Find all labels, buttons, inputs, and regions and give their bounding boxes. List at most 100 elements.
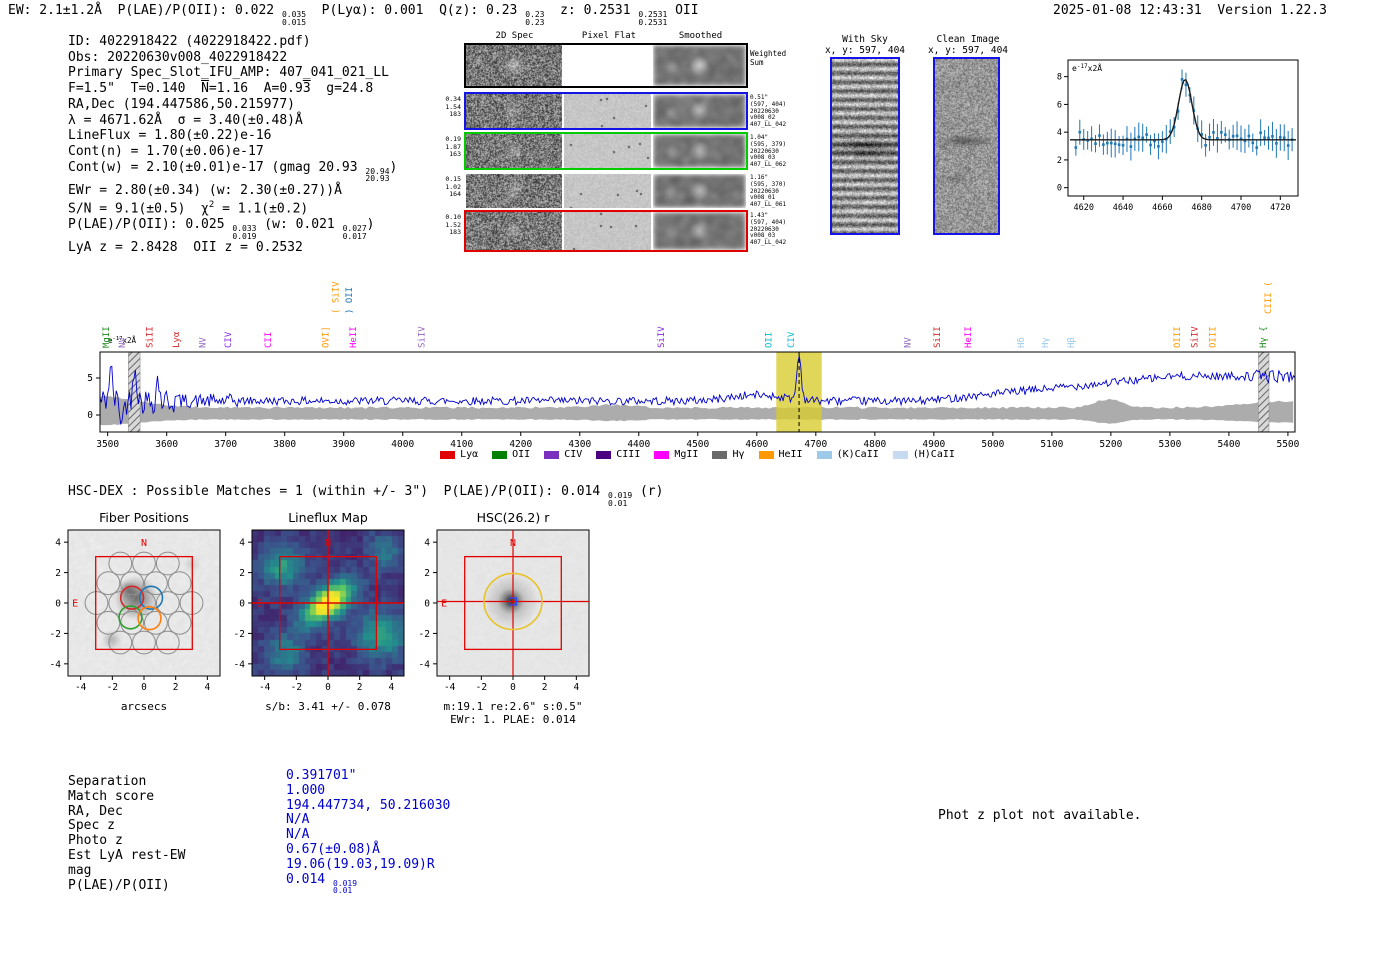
y-tick-label: 2	[1057, 156, 1062, 166]
y-tick-label: 4	[424, 538, 430, 549]
info-line: RA,Dec (194.447586,50.215977)	[68, 97, 397, 113]
masked-band	[1258, 351, 1270, 433]
withsky-title-block: With Sky x, y: 597, 404	[812, 34, 918, 56]
stacked-uncertainty: 0.2531 0.2531	[638, 11, 667, 26]
clean-title: Clean Image	[936, 34, 1000, 45]
north-label: N	[325, 538, 331, 549]
y-tick-label: 0	[87, 410, 93, 421]
note-line: 407_LL_042	[750, 121, 787, 129]
data-point	[1129, 145, 1133, 148]
data-point	[1279, 136, 1282, 139]
match-row-value: 0.014 0.019 0.01	[286, 872, 357, 895]
hsc-match-header: HSC-DEX : Possible Matches = 1 (within +…	[68, 484, 663, 507]
y-tick-label: 4	[1057, 128, 1062, 138]
data-point	[1113, 142, 1117, 146]
lower-bound: 0.019	[232, 231, 257, 241]
text-run: )	[389, 159, 398, 175]
data-point	[1275, 142, 1278, 145]
match-row-value: 0.67(±0.08)Å	[286, 842, 380, 857]
fiber-circle	[96, 610, 121, 635]
fiber-circle	[179, 591, 204, 615]
data-point	[1223, 133, 1227, 137]
legend-label: Hγ	[732, 449, 745, 460]
fiber-positions-panel: Fiber Positions -4 -4 -2 -2 0 0 2 2 4 4 N E arcsecs	[40, 510, 240, 732]
row-stat-labels: 0.34 1.54 183	[438, 95, 461, 119]
fiber-circle	[120, 571, 144, 596]
data-point	[1251, 141, 1255, 145]
data-point	[1098, 134, 1101, 137]
emission-line-label: Hγ	[1041, 337, 1051, 348]
legend-label: CIII	[616, 449, 641, 460]
y-tick-label: -2	[50, 629, 61, 640]
text-run: N/A	[286, 827, 310, 843]
data-point	[1180, 78, 1184, 81]
data-point	[1208, 136, 1211, 139]
emission-line-label: NV	[903, 337, 913, 348]
y-tick-label: 0	[424, 599, 430, 610]
info-line: ID: 4022918422 (4022918422.pdf)	[68, 34, 397, 50]
text-run: HSC-DEX : Possible Matches = 1 (within +…	[68, 484, 609, 499]
match-row-value: 0.391701"	[286, 768, 356, 783]
spectrum-legend: Lyα OII CIV CIII MgII Hγ HeII (K)CaII (H)CaII	[100, 449, 1295, 460]
legend-label: CIV	[564, 449, 583, 460]
stacked-uncertainty: 0.035 0.015	[282, 11, 306, 26]
north-label: N	[510, 538, 516, 549]
y-tick-label: 6	[1057, 100, 1062, 110]
fit-ylabel: e-17x2Å	[1072, 62, 1102, 73]
text-run: )	[366, 217, 375, 233]
text-run: RA,Dec (194.447586,50.215977)	[68, 96, 295, 112]
east-label: E	[441, 599, 447, 610]
data-point	[1231, 134, 1235, 138]
withsky-title: With Sky	[842, 34, 888, 45]
timestamp-version: 2025-01-08 12:43:31 Version 1.22.3	[1053, 3, 1327, 18]
legend-swatch	[816, 450, 832, 459]
row-annotation: 1.43" (597, 404) 20220630 v008_03 407_LL_042	[750, 212, 804, 247]
row-stat-labels: 0.19 1.87 163	[438, 135, 461, 159]
data-point	[1161, 140, 1164, 144]
stat-value: 183	[449, 228, 461, 236]
data-point	[1109, 141, 1113, 145]
fiber-xlabel: arcsecs	[120, 700, 168, 713]
emission-line-label: Hδ	[1017, 337, 1027, 348]
legend-swatch	[596, 450, 612, 459]
text-run: Obs: 20220630v008_4022918422	[68, 49, 288, 65]
clean-xy: x, y: 597, 404	[927, 45, 1009, 56]
text-run: Primary Spec_Slot_IFU_AMP: 407_041_021_L…	[68, 65, 389, 81]
smoothed-image	[653, 94, 746, 128]
fiber-positions-axes: -4 -4 -2 -2 0 0 2 2 4 4 N E	[50, 529, 221, 693]
data-point	[1255, 146, 1259, 149]
text-run: 0.67(±0.08)Å	[286, 841, 380, 857]
y-tick-label: -4	[419, 659, 431, 670]
text-run: 1.000	[286, 782, 326, 798]
text-run: P(LAE)/P(OII): 0.025	[68, 217, 233, 233]
info-line: Cont(n) = 1.70(±0.06)e-17	[68, 144, 397, 160]
extraction-box	[95, 555, 193, 651]
spec2d-image	[466, 94, 562, 128]
x-tick-label: -4	[75, 682, 87, 693]
summary-header: EW: 2.1±1.2Å P(LAE)/P(OII): 0.022 0.035 0…	[8, 3, 699, 26]
stat-value: 163	[449, 150, 461, 158]
text-run: N/A	[286, 812, 310, 828]
x-tick-label: 4620	[1073, 203, 1093, 213]
text-run: = 1.1(±0.2)	[214, 201, 309, 217]
legend-swatch	[492, 450, 508, 459]
emission-line-label: CIV	[224, 331, 234, 348]
match-row-label: Match score	[68, 788, 155, 804]
stat-value: 183	[449, 110, 461, 118]
info-line: F=1.5" T=0.140 N=1.16 A=0.93 g=24.8	[68, 81, 397, 97]
data-point	[1121, 144, 1125, 147]
legend-label: Lyα	[460, 449, 479, 460]
emission-line-label: MgII	[102, 326, 112, 348]
data-point	[1157, 145, 1160, 148]
emission-line-label: Lyα	[172, 331, 182, 348]
lower-bound: 0.23	[525, 17, 545, 27]
emission-line-label: OVI]	[321, 326, 331, 348]
legend-swatch	[758, 450, 774, 459]
detection-info-block: ID: 4022918422 (4022918422.pdf) Obs: 2022…	[68, 34, 397, 256]
text-run: F=1.5" T=0.140	[68, 81, 202, 97]
match-row-value: 19.06(19.03,19.09)R	[286, 857, 435, 872]
y-tick-label: -2	[419, 629, 430, 640]
text-run: 19.06(19.03,19.09)R	[286, 856, 435, 872]
y-tick-label: 2	[55, 568, 61, 579]
legend-item: Lyα	[440, 449, 478, 460]
